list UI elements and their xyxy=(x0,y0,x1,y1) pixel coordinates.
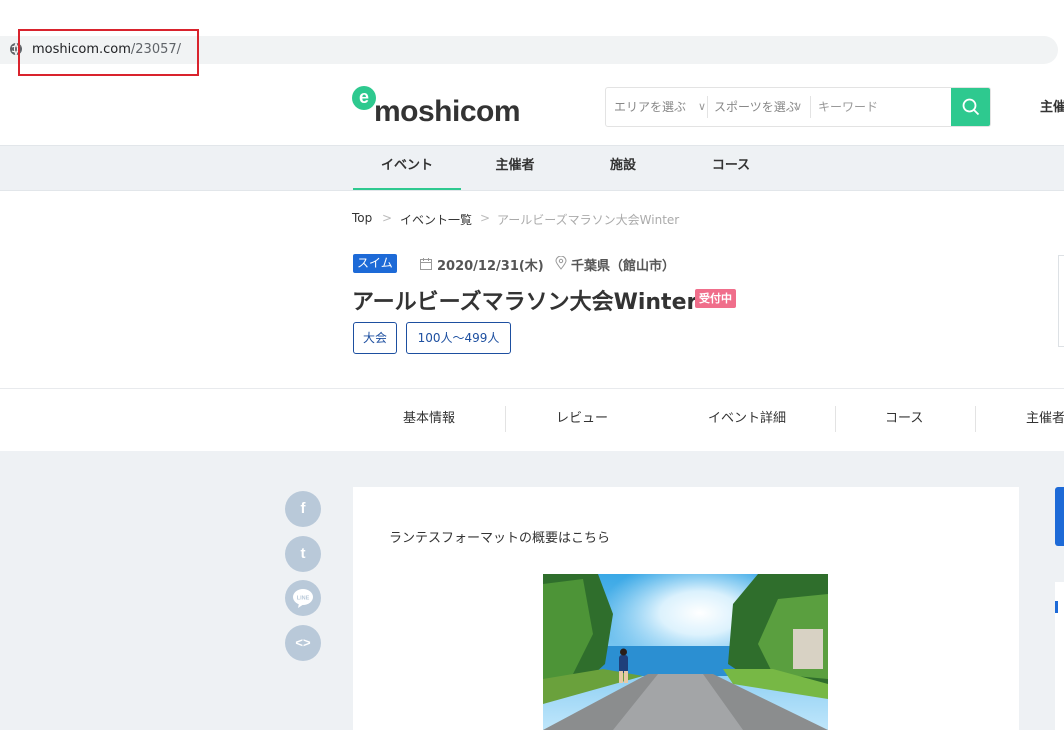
twitter-share-icon[interactable]: t xyxy=(285,536,321,572)
sport-tag[interactable]: スイム xyxy=(353,254,397,273)
breadcrumb-top[interactable]: Top xyxy=(352,211,372,225)
embed-code-icon[interactable]: <> xyxy=(285,625,321,661)
event-location: 千葉県（館山市） xyxy=(571,259,676,274)
sport-select-label: スポーツを選ぶ xyxy=(714,100,798,114)
area-select-label: エリアを選ぶ xyxy=(614,100,687,114)
nav-item-event[interactable]: イベント xyxy=(353,146,461,190)
line-share-icon[interactable]: LINE xyxy=(285,580,321,616)
chevron-down-icon: ∨ xyxy=(698,100,707,113)
event-content-card: ランテスフォーマットの概要はこちら xyxy=(353,487,1019,730)
divider xyxy=(835,406,836,432)
keyword-input[interactable]: キーワード xyxy=(818,88,878,126)
divider xyxy=(975,406,976,432)
side-panel-edge xyxy=(1058,255,1064,347)
main-nav: イベント 主催者 施設 コース xyxy=(0,145,1064,191)
breadcrumb-current: アールビーズマラソン大会Winter xyxy=(497,213,680,227)
location-pin-icon xyxy=(555,256,567,270)
search-button[interactable] xyxy=(951,88,990,126)
tab-event-details[interactable]: イベント詳細 xyxy=(708,389,786,451)
chevron-down-icon: ∨ xyxy=(794,100,803,113)
format-intro-text: ランテスフォーマットの概要はこちら xyxy=(389,531,611,546)
logo-mark: e xyxy=(352,86,376,110)
area-select[interactable]: エリアを選ぶ ∨ xyxy=(614,88,710,126)
line-label: LINE xyxy=(297,596,310,602)
status-badge: 受付中 xyxy=(695,289,736,308)
divider xyxy=(505,406,506,432)
divider xyxy=(810,96,811,118)
side-heading-marker xyxy=(1055,601,1058,613)
search-bar: エリアを選ぶ ∨ スポーツを選ぶ ∨ キーワード xyxy=(605,87,991,127)
nav-item-course[interactable]: コース xyxy=(677,146,785,190)
event-date: 2020/12/31(木) xyxy=(437,259,544,274)
url-highlight-box xyxy=(18,29,199,76)
divider xyxy=(707,96,708,118)
logo-text: moshicom xyxy=(374,95,521,128)
breadcrumb-event-list[interactable]: イベント一覧 xyxy=(400,211,472,228)
event-photo xyxy=(543,574,828,730)
category-chip[interactable]: 大会 xyxy=(353,322,397,354)
side-action-button[interactable] xyxy=(1055,487,1064,546)
breadcrumb-separator: > xyxy=(480,211,491,225)
tab-review[interactable]: レビュー xyxy=(556,389,608,451)
calendar-icon xyxy=(420,258,432,270)
size-chip[interactable]: 100人〜499人 xyxy=(406,322,511,354)
nav-item-organizer[interactable]: 主催者 xyxy=(461,146,569,190)
line-bubble-icon: LINE xyxy=(293,589,313,608)
tab-organizer[interactable]: 主催者 xyxy=(1026,389,1064,451)
search-icon xyxy=(962,98,980,116)
nav-item-facility[interactable]: 施設 xyxy=(569,146,677,190)
facebook-share-icon[interactable]: f xyxy=(285,491,321,527)
sport-select[interactable]: スポーツを選ぶ ∨ xyxy=(714,88,814,126)
section-tabs: 基本情報 レビュー イベント詳細 コース 主催者 xyxy=(0,388,1064,451)
site-logo[interactable]: e moshicom xyxy=(352,86,532,130)
breadcrumb-separator: > xyxy=(382,211,393,225)
organizer-link[interactable]: 主催 xyxy=(1040,96,1064,115)
runner-road-image xyxy=(543,574,828,730)
tab-basic-info[interactable]: 基本情報 xyxy=(403,389,455,451)
tab-course[interactable]: コース xyxy=(885,389,923,451)
event-title: アールビーズマラソン大会Winter xyxy=(352,290,698,315)
